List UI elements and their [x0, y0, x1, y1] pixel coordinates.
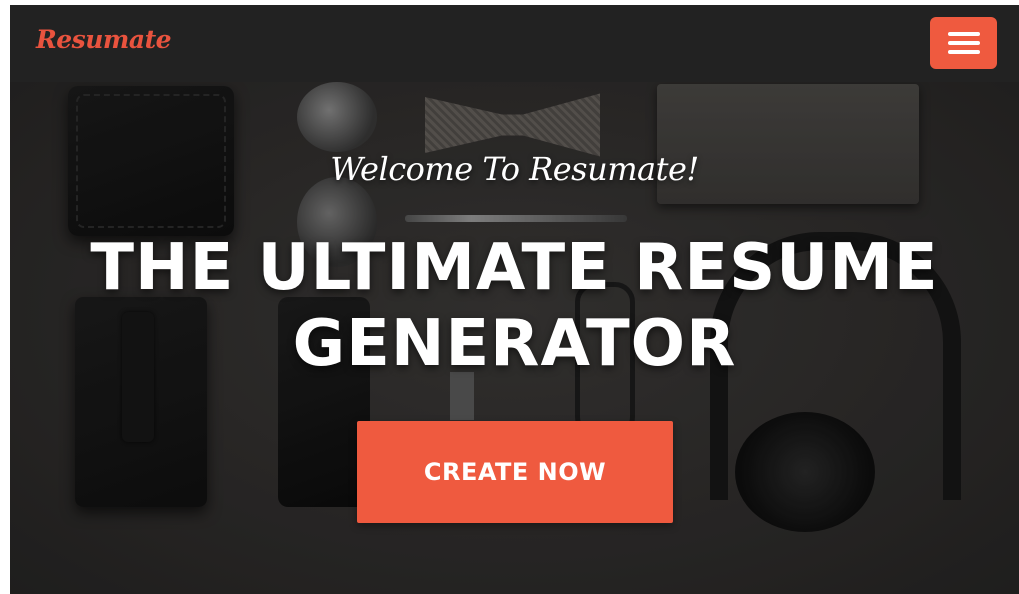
hero-content: Welcome To Resumate! THE ULTIMATE RESUME… [10, 82, 1019, 594]
navbar: Resumate [10, 5, 1019, 82]
hero-headline: THE ULTIMATE RESUME GENERATOR [10, 230, 1019, 382]
hero-tagline: Welcome To Resumate! [330, 150, 699, 188]
hero-headline-line-2: GENERATOR [292, 307, 737, 381]
hamburger-menu-button[interactable] [930, 17, 997, 69]
menu-bar-icon [948, 41, 980, 45]
menu-bar-icon [948, 32, 980, 36]
menu-bar-icon [948, 50, 980, 54]
brand-logo[interactable]: Resumate [36, 25, 172, 54]
create-now-button[interactable]: CREATE NOW [357, 421, 673, 523]
page-frame: Resumate Welcome To Resumate! THE ULTIMA… [10, 5, 1019, 594]
hero-headline-line-1: THE ULTIMATE RESUME [90, 231, 939, 305]
